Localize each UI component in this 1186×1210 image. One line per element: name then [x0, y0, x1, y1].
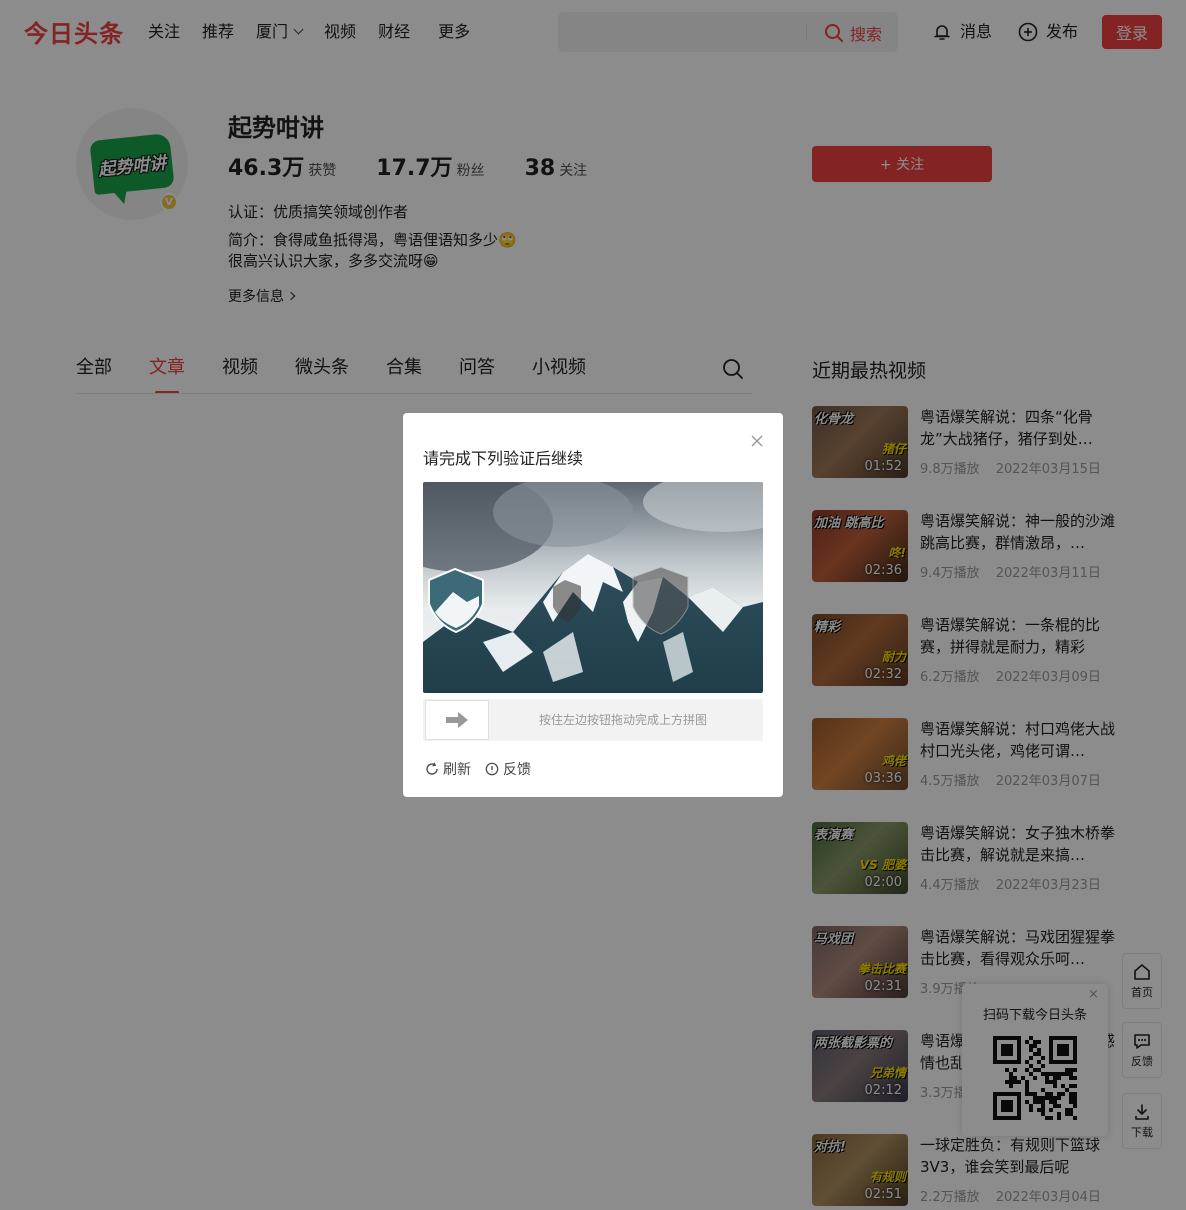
captcha-slider-handle[interactable] — [425, 700, 489, 740]
captcha-refresh-label: 刷新 — [443, 762, 471, 778]
captcha-feedback-label: 反馈 — [503, 762, 531, 778]
captcha-refresh-button[interactable]: 刷新 — [425, 759, 471, 779]
close-icon[interactable] — [749, 433, 765, 449]
captcha-slider-hint: 按住左边按钮拖动完成上方拼图 — [539, 713, 708, 727]
refresh-icon — [426, 762, 438, 775]
captcha-feedback-button[interactable]: 反馈 — [485, 759, 531, 779]
alert-circle-icon — [485, 762, 499, 776]
captcha-title: 请完成下列验证后继续 — [423, 449, 584, 468]
captcha-dialog: 请完成下列验证后继续 按住左边按钮拖动完成上方拼图 刷新 反馈 — [403, 413, 783, 797]
captcha-puzzle-image — [423, 482, 763, 693]
captcha-slider-track: 按住左边按钮拖动完成上方拼图 — [423, 699, 763, 741]
arrow-right-icon — [446, 712, 468, 728]
